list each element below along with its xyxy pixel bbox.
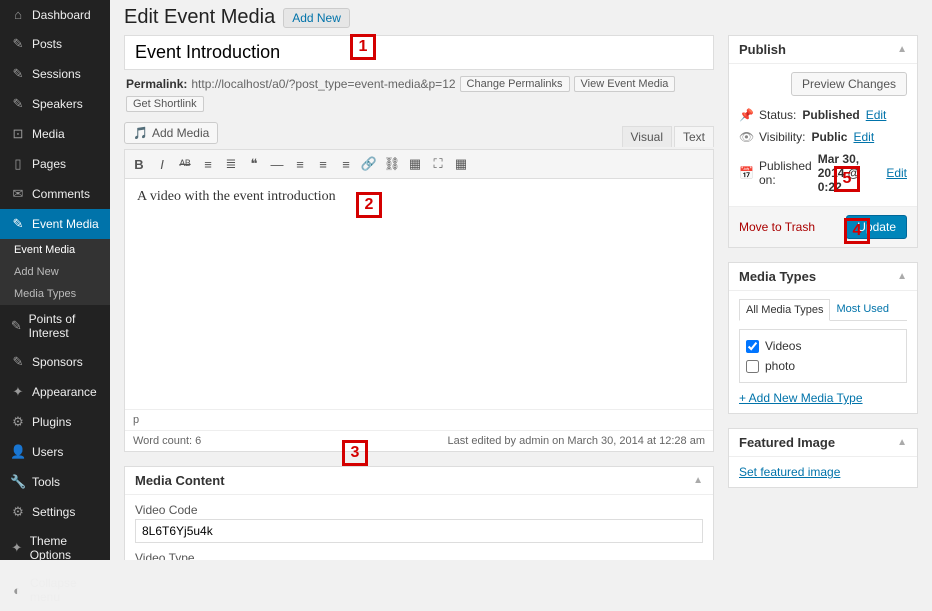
media-type-photo[interactable]: photo bbox=[746, 356, 900, 376]
sidebar-item-collapse-menu[interactable]: ◐Collapse menu bbox=[0, 569, 110, 611]
editor-toolbar: B I ᴬᴮ ≡ ≣ ❝ — ≡ ≡ ≡ 🔗 ⛓ ▦ ⛶ ▦ bbox=[125, 150, 713, 179]
add-new-media-type-link[interactable]: + Add New Media Type bbox=[739, 391, 863, 405]
menu-icon: ✦ bbox=[10, 540, 24, 556]
menu-icon: ✎ bbox=[10, 36, 26, 52]
publish-title: Publish bbox=[739, 42, 786, 57]
add-new-button[interactable]: Add New bbox=[283, 8, 350, 28]
sidebar-item-appearance[interactable]: ✦Appearance bbox=[0, 377, 110, 407]
editor-path: p bbox=[125, 410, 713, 431]
view-event-media-button[interactable]: View Event Media bbox=[574, 76, 676, 92]
unlink-button[interactable]: ⛓ bbox=[382, 154, 402, 174]
update-button[interactable]: Update bbox=[846, 215, 907, 239]
sidebar-item-speakers[interactable]: ✎Speakers bbox=[0, 89, 110, 119]
link-button[interactable]: 🔗 bbox=[359, 154, 379, 174]
align-right-button[interactable]: ≡ bbox=[336, 154, 356, 174]
add-media-button[interactable]: 🎵Add Media bbox=[124, 122, 218, 144]
menu-icon: ◐ bbox=[10, 583, 24, 598]
menu-icon: ✎ bbox=[10, 96, 26, 112]
sidebar-item-settings[interactable]: ⚙Settings bbox=[0, 497, 110, 527]
collapse-icon[interactable]: ▲ bbox=[897, 44, 907, 55]
sidebar-sub-event-media[interactable]: Event Media bbox=[0, 239, 110, 261]
hr-button[interactable]: — bbox=[267, 154, 287, 174]
menu-icon: ✉ bbox=[10, 186, 26, 202]
fullscreen-button[interactable]: ⛶ bbox=[428, 154, 448, 174]
sidebar-item-dashboard[interactable]: ⌂Dashboard bbox=[0, 0, 110, 29]
more-button[interactable]: ▦ bbox=[405, 154, 425, 174]
sidebar-item-comments[interactable]: ✉Comments bbox=[0, 179, 110, 209]
pin-icon: 📌 bbox=[739, 108, 753, 122]
collapse-icon[interactable]: ▲ bbox=[897, 437, 907, 448]
word-count: 6 bbox=[195, 435, 201, 447]
sidebar-item-media[interactable]: ⊡Media bbox=[0, 119, 110, 149]
align-center-button[interactable]: ≡ bbox=[313, 154, 333, 174]
menu-icon: ✎ bbox=[10, 66, 26, 82]
ul-button[interactable]: ≡ bbox=[198, 154, 218, 174]
preview-changes-button[interactable]: Preview Changes bbox=[791, 72, 907, 96]
sidebar-sub-add-new[interactable]: Add New bbox=[0, 261, 110, 283]
sidebar-item-users[interactable]: 👤Users bbox=[0, 437, 110, 467]
edit-visibility-link[interactable]: Edit bbox=[853, 130, 874, 144]
sidebar-item-tools[interactable]: 🔧Tools bbox=[0, 467, 110, 497]
tab-visual[interactable]: Visual bbox=[622, 126, 672, 147]
menu-icon: ⚙ bbox=[10, 504, 26, 520]
permalink-row: Permalink: http://localhost/a0/?post_typ… bbox=[124, 70, 714, 118]
video-code-input[interactable] bbox=[135, 519, 703, 543]
edit-date-link[interactable]: Edit bbox=[886, 166, 907, 180]
permalink-url: http://localhost/a0/?post_type=event-med… bbox=[191, 77, 455, 91]
last-edited: Last edited by admin on March 30, 2014 a… bbox=[448, 435, 705, 447]
edit-status-link[interactable]: Edit bbox=[866, 108, 887, 122]
move-to-trash-link[interactable]: Move to Trash bbox=[739, 220, 815, 234]
admin-sidebar: ⌂Dashboard✎Posts✎Sessions✎Speakers⊡Media… bbox=[0, 0, 110, 560]
page-title: Edit Event Media bbox=[124, 6, 275, 29]
bold-button[interactable]: B bbox=[129, 154, 149, 174]
featured-image-title: Featured Image bbox=[739, 435, 835, 450]
sidebar-item-sessions[interactable]: ✎Sessions bbox=[0, 59, 110, 89]
tab-text[interactable]: Text bbox=[674, 126, 714, 147]
sidebar-sub-media-types[interactable]: Media Types bbox=[0, 283, 110, 305]
collapse-icon[interactable]: ▲ bbox=[897, 271, 907, 282]
menu-icon: ⌂ bbox=[10, 7, 26, 22]
set-featured-image-link[interactable]: Set featured image bbox=[739, 465, 840, 479]
sidebar-item-sponsors[interactable]: ✎Sponsors bbox=[0, 347, 110, 377]
menu-icon: ✎ bbox=[10, 318, 23, 334]
menu-icon: ▯ bbox=[10, 156, 26, 172]
collapse-icon[interactable]: ▲ bbox=[693, 475, 703, 486]
media-type-videos[interactable]: Videos bbox=[746, 336, 900, 356]
sidebar-item-pages[interactable]: ▯Pages bbox=[0, 149, 110, 179]
toolbar-toggle-button[interactable]: ▦ bbox=[451, 154, 471, 174]
sidebar-item-plugins[interactable]: ⚙Plugins bbox=[0, 407, 110, 437]
sidebar-item-posts[interactable]: ✎Posts bbox=[0, 29, 110, 59]
menu-icon: 👤 bbox=[10, 444, 26, 460]
change-permalinks-button[interactable]: Change Permalinks bbox=[460, 76, 570, 92]
sidebar-item-event-media[interactable]: ✎Event Media bbox=[0, 209, 110, 239]
italic-button[interactable]: I bbox=[152, 154, 172, 174]
eye-icon: 👁 bbox=[739, 130, 753, 144]
media-content-title: Media Content bbox=[135, 473, 225, 488]
menu-icon: ⚙ bbox=[10, 414, 26, 430]
menu-icon: ⊡ bbox=[10, 126, 26, 142]
sidebar-item-points-of-interest[interactable]: ✎Points of Interest bbox=[0, 305, 110, 347]
title-input[interactable] bbox=[124, 35, 714, 70]
ol-button[interactable]: ≣ bbox=[221, 154, 241, 174]
tab-most-used[interactable]: Most Used bbox=[830, 299, 895, 320]
tab-all-media-types[interactable]: All Media Types bbox=[739, 299, 830, 321]
strike-button[interactable]: ᴬᴮ bbox=[175, 154, 195, 174]
menu-icon: 🔧 bbox=[10, 474, 26, 490]
media-icon: 🎵 bbox=[133, 126, 148, 140]
quote-button[interactable]: ❝ bbox=[244, 154, 264, 174]
main-content: Edit Event Media Add New Permalink: http… bbox=[110, 0, 932, 560]
media-types-title: Media Types bbox=[739, 269, 816, 284]
menu-icon: ✎ bbox=[10, 354, 26, 370]
align-left-button[interactable]: ≡ bbox=[290, 154, 310, 174]
sidebar-item-theme-options[interactable]: ✦Theme Options bbox=[0, 527, 110, 569]
calendar-icon: 📅 bbox=[739, 166, 753, 180]
menu-icon: ✦ bbox=[10, 384, 26, 400]
menu-icon: ✎ bbox=[10, 216, 26, 232]
get-shortlink-button[interactable]: Get Shortlink bbox=[126, 96, 204, 112]
editor-body[interactable]: A video with the event introduction bbox=[125, 179, 713, 409]
